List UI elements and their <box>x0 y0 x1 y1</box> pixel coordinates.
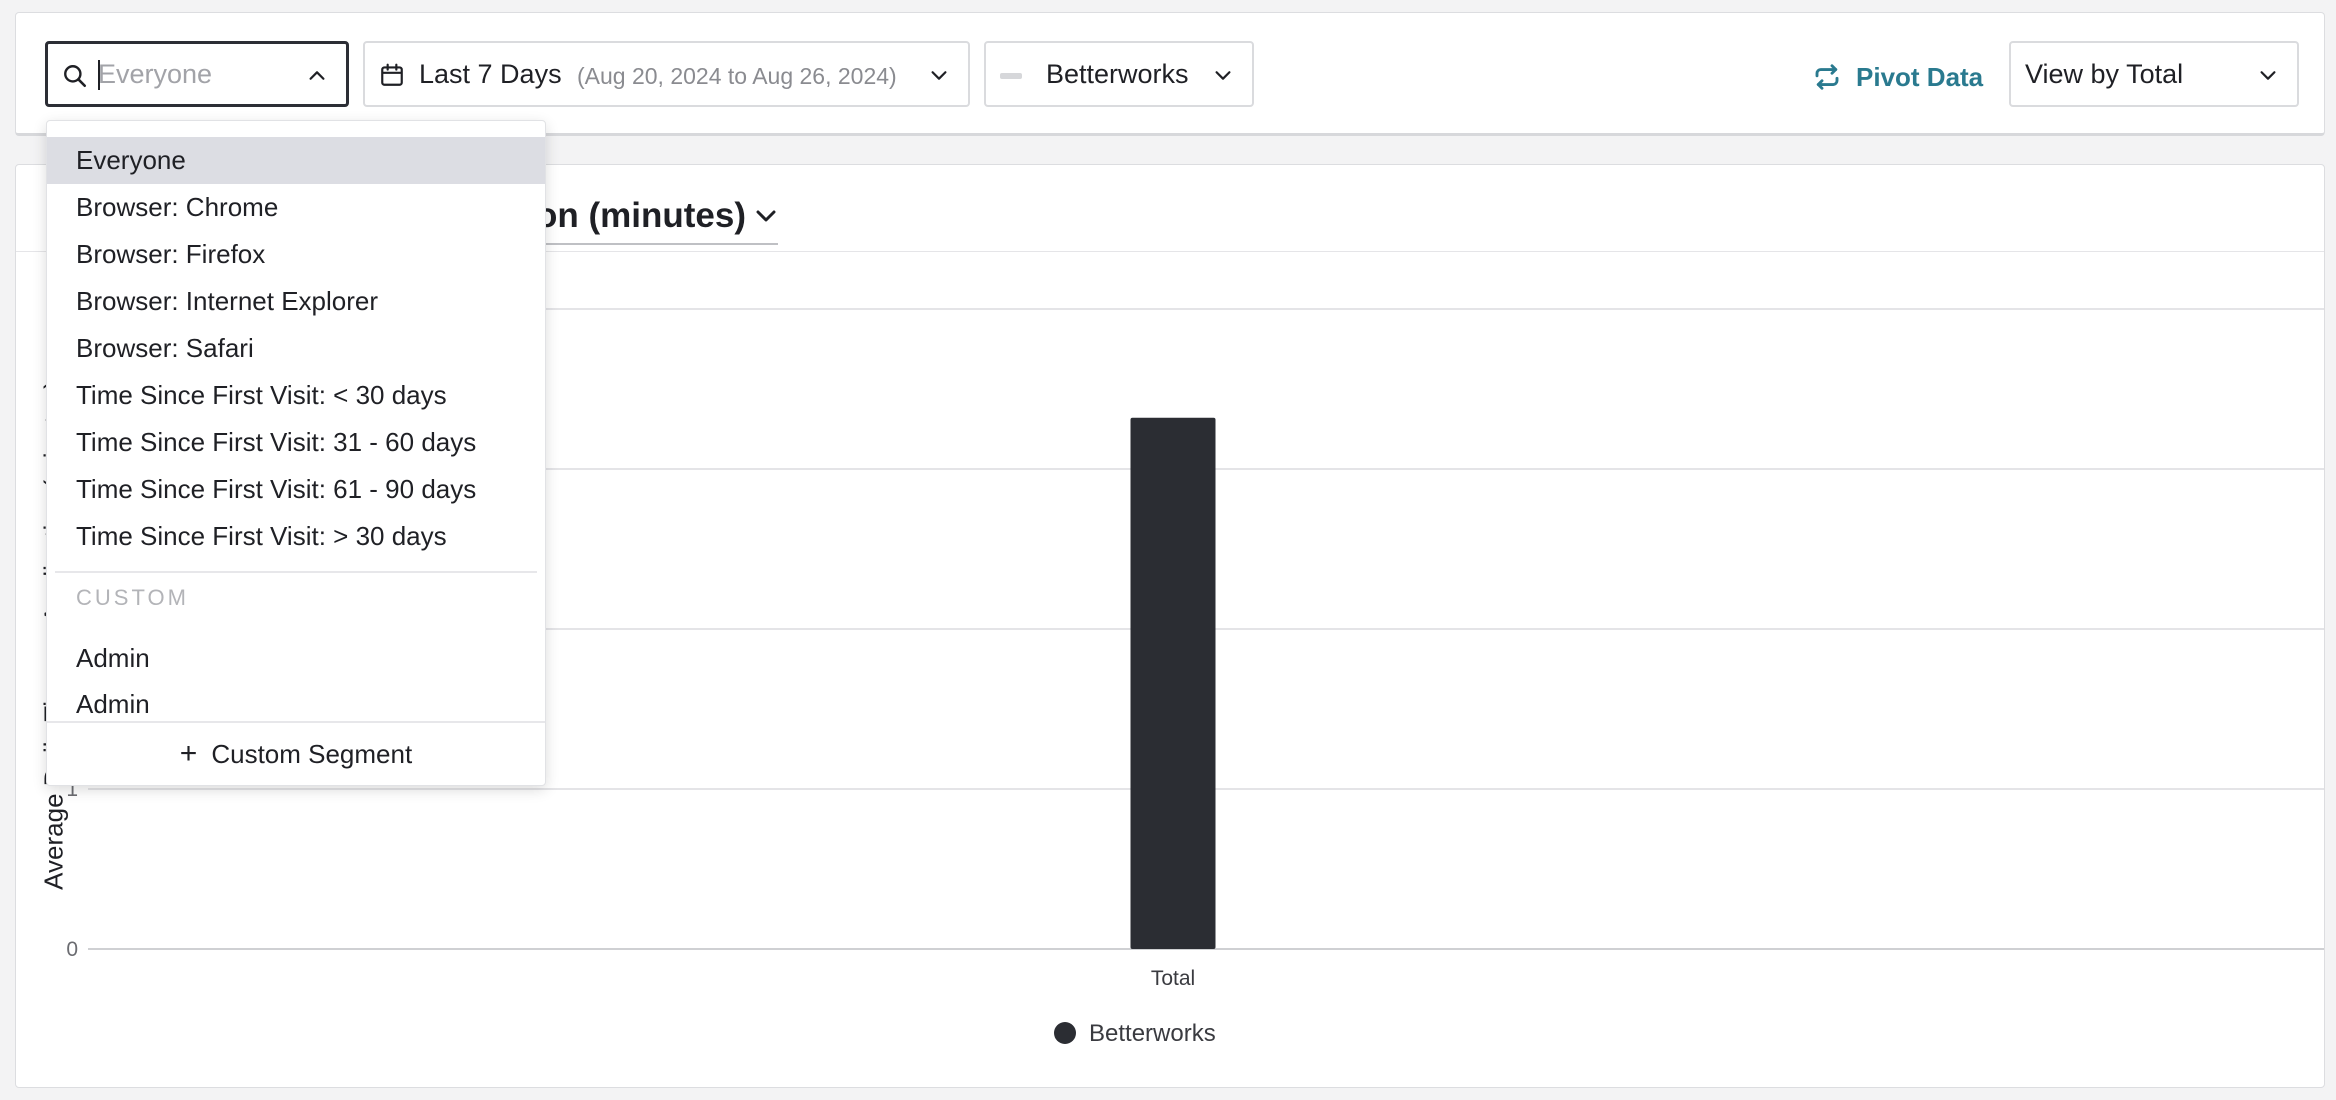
segment-options-list: Everyone Browser: Chrome Browser: Firefox B… <box>47 137 545 560</box>
segment-option[interactable]: Time Since First Visit: 31 - 60 days <box>47 419 545 466</box>
pivot-data-label: Pivot Data <box>1856 61 1984 92</box>
segment-option[interactable]: Time Since First Visit: < 30 days <box>47 372 545 419</box>
custom-segment-option[interactable]: Admin <box>47 635 545 681</box>
chevron-down-icon <box>1215 71 1231 80</box>
bar-total <box>1130 417 1216 949</box>
y-tick-label: 0 <box>66 938 78 961</box>
segment-dropdown-menu: Everyone Browser: Chrome Browser: Firefox B… <box>46 120 546 786</box>
date-range-dates: (Aug 20, 2024 to Aug 26, 2024) <box>577 63 897 89</box>
add-custom-segment-label: Custom Segment <box>211 738 413 769</box>
text-cursor <box>98 60 100 90</box>
chevron-down-icon <box>931 71 947 80</box>
segment-option[interactable]: Browser: Safari <box>47 325 545 372</box>
segment-option[interactable]: Everyone <box>47 137 545 184</box>
custom-group-label: CUSTOM <box>76 585 189 610</box>
add-custom-segment-button[interactable]: + Custom Segment <box>47 721 545 785</box>
legend-label: Betterworks <box>1089 1020 1216 1047</box>
chevron-down-icon <box>2260 71 2276 80</box>
pivot-icon <box>1815 64 1839 90</box>
segment-option[interactable]: Browser: Chrome <box>47 184 545 231</box>
segment-search-combobox[interactable] <box>45 41 349 107</box>
search-icon <box>64 65 87 88</box>
legend-swatch <box>1054 1022 1076 1044</box>
x-tick-label: Total <box>1151 967 1195 990</box>
custom-segment-list: Admin Admin <box>47 635 545 727</box>
view-by-value: View by Total <box>2025 59 2184 89</box>
view-by-select[interactable]: View by Total <box>2009 41 2299 107</box>
app-logo-icon <box>1000 73 1022 79</box>
date-range-label: Last 7 Days <box>419 59 562 89</box>
app-selector[interactable]: Betterworks <box>984 41 1254 107</box>
segment-option[interactable]: Browser: Firefox <box>47 231 545 278</box>
segment-option[interactable]: Browser: Internet Explorer <box>47 278 545 325</box>
calendar-icon <box>381 63 403 86</box>
menu-divider <box>55 571 537 573</box>
date-range-picker[interactable]: Last 7 Days (Aug 20, 2024 to Aug 26, 202… <box>363 41 970 107</box>
app-name: Betterworks <box>1046 59 1189 89</box>
pivot-data-button[interactable]: Pivot Data <box>1812 57 1983 97</box>
segment-option[interactable]: Time Since First Visit: 61 - 90 days <box>47 466 545 513</box>
segment-search-input[interactable] <box>98 56 298 92</box>
segment-option[interactable]: Time Since First Visit: > 30 days <box>47 513 545 560</box>
plus-icon: + <box>179 737 198 770</box>
filter-toolbar: Last 7 Days (Aug 20, 2024 to Aug 26, 202… <box>15 12 2325 136</box>
chevron-up-icon[interactable] <box>306 65 328 87</box>
